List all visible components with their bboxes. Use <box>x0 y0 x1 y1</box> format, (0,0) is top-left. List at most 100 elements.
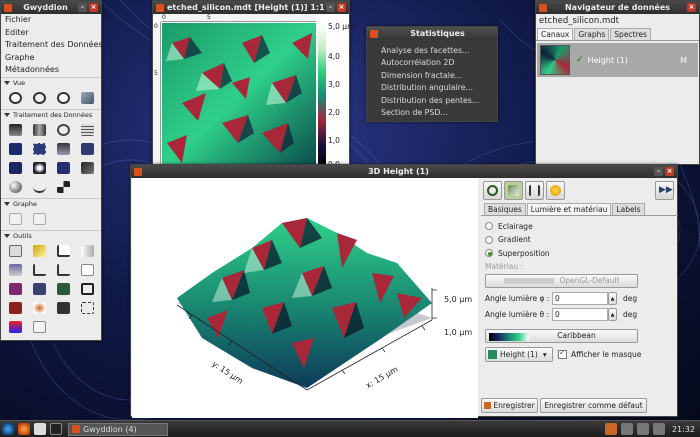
zoom-out-icon[interactable] <box>51 89 75 108</box>
menu-fichier[interactable]: Fichier <box>1 14 101 27</box>
menu-traitement[interactable]: Traitement des Données <box>1 39 103 52</box>
tray-power-icon[interactable] <box>652 423 665 435</box>
scale-view-icon[interactable] <box>504 181 523 200</box>
menu-item-autocorrelation[interactable]: Autocorrélation 2D <box>367 57 497 70</box>
tab-labels[interactable]: Labels <box>612 203 645 215</box>
menu-metadonnees[interactable]: Métadonnées <box>1 64 101 77</box>
rotate-view-icon[interactable] <box>483 181 502 200</box>
mask-icon[interactable] <box>3 159 27 178</box>
fft-icon[interactable] <box>75 140 99 159</box>
spot-remove-icon[interactable] <box>27 299 51 318</box>
angle-phi-input[interactable]: 0 <box>552 292 608 305</box>
menu-graphe[interactable]: Graphe <box>1 52 101 65</box>
menu-editer[interactable]: Editer <box>1 27 101 40</box>
files-icon[interactable] <box>34 423 46 435</box>
tab-spectres[interactable]: Spectres <box>610 28 651 40</box>
grains-icon[interactable] <box>27 159 51 178</box>
start-menu-icon[interactable] <box>2 423 14 435</box>
menu-item-psd[interactable]: Section de PSD... <box>367 107 497 120</box>
taskbar-gwyddion-task[interactable]: Gwyddion (4) <box>68 422 168 436</box>
checker-icon[interactable] <box>51 178 75 197</box>
overlay-channel-combo[interactable]: Height (1) ▾ <box>485 347 553 362</box>
level-icon[interactable] <box>3 121 27 140</box>
iso-icon[interactable] <box>75 261 99 280</box>
crop-tool-icon[interactable] <box>75 280 99 299</box>
statistics-icon[interactable] <box>51 159 75 178</box>
gradient-selector[interactable]: Caribbean <box>485 328 638 343</box>
angle-theta-input[interactable]: 0 <box>552 308 608 321</box>
terminal-icon[interactable] <box>50 423 62 435</box>
correlation-icon[interactable] <box>75 159 99 178</box>
visible-check-icon[interactable]: ✓ <box>576 55 584 65</box>
tab-graphs[interactable]: Graphs <box>574 28 610 40</box>
menu-item-fractal[interactable]: Dimension fractale... <box>367 69 497 82</box>
filter-icon[interactable] <box>51 140 75 159</box>
firefox-icon[interactable] <box>18 423 30 435</box>
radio-gradient[interactable]: Gradient <box>481 233 678 246</box>
zoom-in-icon[interactable] <box>3 89 27 108</box>
rotate-icon[interactable] <box>51 121 75 140</box>
spectro-icon[interactable] <box>75 242 99 261</box>
close-icon[interactable]: × <box>687 3 696 12</box>
tab-lumiere-materiau[interactable]: Lumière et matériau <box>526 203 612 215</box>
clock[interactable]: 21:32 <box>672 425 695 434</box>
zscale-view-icon[interactable] <box>525 181 544 200</box>
statistics-titlebar[interactable]: Statistiques <box>367 27 497 40</box>
graph-measure-icon[interactable] <box>3 210 27 229</box>
mask-editor-icon[interactable] <box>3 299 27 318</box>
light-view-icon[interactable] <box>546 181 565 200</box>
pointer-icon[interactable] <box>3 242 27 261</box>
line-stats-icon[interactable] <box>27 261 51 280</box>
spin-icon[interactable]: ▲ <box>608 292 617 305</box>
scale-icon[interactable] <box>3 140 27 159</box>
close-icon[interactable]: × <box>89 3 98 12</box>
save-button[interactable]: Enregistrer <box>481 398 538 413</box>
level3-icon[interactable] <box>3 280 27 299</box>
spin-icon[interactable]: ▲ <box>608 308 617 321</box>
minimize-icon[interactable]: – <box>326 3 335 12</box>
tab-canaux[interactable]: Canaux <box>537 28 574 40</box>
section-graphe[interactable]: Graphe <box>1 197 101 209</box>
menu-item-facet-analysis[interactable]: Analyse des facettes... <box>367 44 497 57</box>
radio-eclairage[interactable]: Eclairage <box>481 220 678 233</box>
minimize-icon[interactable]: – <box>78 3 87 12</box>
polynom-icon[interactable] <box>27 280 51 299</box>
expand-panel-icon[interactable]: ▶▶ <box>655 181 674 200</box>
distance-icon[interactable] <box>51 261 75 280</box>
tray-network-icon[interactable] <box>620 423 633 435</box>
close-icon[interactable]: × <box>337 3 346 12</box>
data-titlebar[interactable]: etched_silicon.mdt [Height (1)] 1:1 – × <box>153 1 349 14</box>
menu-item-slope-dist[interactable]: Distribution des pentes... <box>367 94 497 107</box>
stats-tool-icon[interactable] <box>3 261 27 280</box>
curve-icon[interactable] <box>27 178 51 197</box>
crop-icon[interactable] <box>27 140 51 159</box>
menu-item-angle-dist[interactable]: Distribution angulaire... <box>367 82 497 95</box>
tray-volume-icon[interactable] <box>636 423 649 435</box>
filter-tool-icon[interactable] <box>51 299 75 318</box>
sphere-icon[interactable] <box>3 178 27 197</box>
3d-titlebar[interactable]: 3D Height (1) – × <box>131 165 677 178</box>
material-selector[interactable]: OpenGL-Default <box>485 273 638 288</box>
path-level-icon[interactable] <box>27 318 51 337</box>
3d-surface[interactable] <box>132 178 478 418</box>
tab-basiques[interactable]: Basiques <box>484 203 526 215</box>
show-mask-checkbox[interactable]: ✓ <box>558 348 567 359</box>
grain-remove-icon[interactable] <box>51 280 75 299</box>
section-outils[interactable]: Outils <box>1 229 101 241</box>
save-as-default-button[interactable]: Enregistrer comme défaut <box>540 398 647 413</box>
graph-fit-icon[interactable] <box>27 210 51 229</box>
color-range-icon[interactable] <box>3 318 27 337</box>
radio-superposition[interactable]: Superposition <box>481 247 678 260</box>
channel-row[interactable]: ✓ Height (1) M <box>537 43 698 77</box>
main-titlebar[interactable]: Gwyddion – × <box>1 1 101 14</box>
flatten-icon[interactable] <box>27 121 51 140</box>
close-icon[interactable]: × <box>665 167 674 176</box>
height-map-image[interactable] <box>162 23 316 169</box>
grid-icon[interactable] <box>75 121 99 140</box>
zoom-1-1-icon[interactable] <box>27 89 51 108</box>
minimize-icon[interactable]: – <box>654 167 663 176</box>
navigator-titlebar[interactable]: Navigateur de données × <box>536 1 699 14</box>
select-tool-icon[interactable] <box>75 299 99 318</box>
profile-icon[interactable] <box>51 242 75 261</box>
read-value-icon[interactable] <box>27 242 51 261</box>
